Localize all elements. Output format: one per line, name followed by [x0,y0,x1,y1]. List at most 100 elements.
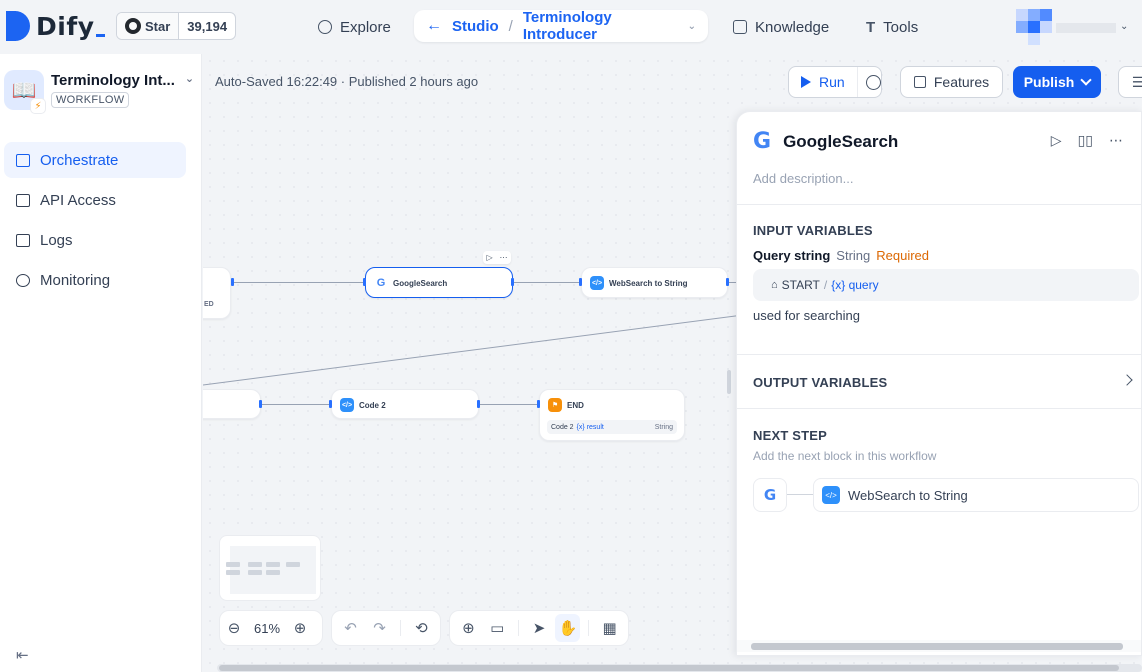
zoom-out-icon[interactable]: ⊖ [220,614,248,642]
minimap[interactable] [219,535,321,601]
run-history-icon[interactable] [865,74,881,90]
hand-icon[interactable]: ✋ [555,614,581,642]
run-node-icon[interactable]: ▷ [486,253,492,262]
node-google-search[interactable]: G GoogleSearch [365,267,513,298]
edge [261,404,331,405]
features-button[interactable]: Features [900,66,1003,98]
chevron-down-icon [1080,74,1092,86]
description-input[interactable]: Add description... [753,171,853,186]
app-sidebar: 📖 ⚡ Terminology Int... ⌄ WORKFLOW Orches… [0,54,202,672]
hammer-icon: T [866,18,876,36]
save-status: Auto-Saved 16:22:49 · Published 2 hours … [215,74,479,89]
panel-resize-handle[interactable] [727,370,731,394]
add-note-icon[interactable]: ▭ [485,614,510,642]
sidebar-item-orchestrate[interactable]: Orchestrate [4,142,186,178]
flag-icon: ⚑ [548,398,562,412]
chevron-down-icon[interactable]: ⌄ [185,72,194,89]
more-icon[interactable]: ⋯ [500,253,508,262]
canvas-horizontal-scrollbar[interactable] [217,664,1142,672]
app-type-badge: WORKFLOW [51,92,130,108]
node-toolbar[interactable]: ▷ ⋯ [483,251,511,264]
chevron-right-icon[interactable] [1121,374,1133,386]
pointer-icon[interactable]: ➤ [527,614,552,642]
variable-selector[interactable]: ⌂ START / {x} query [753,269,1139,301]
google-icon: G [374,276,388,290]
sidebar-menu: Orchestrate API Access Logs Monitoring [4,142,186,302]
current-app-name[interactable]: Terminology Introducer [523,9,678,43]
home-icon: ⌂ [771,279,778,291]
top-nav: Dify Star 39,194 Explore ← Studio / Term… [0,0,1142,54]
sidebar-item-api-access[interactable]: API Access [4,182,186,218]
collapse-sidebar-icon[interactable]: ⇤ [16,646,29,664]
dify-logo[interactable]: Dify [6,11,105,41]
zoom-control: ⊖ 61% ⊕ [219,610,323,646]
star-count: 39,194 [187,18,228,34]
nav-knowledge[interactable]: Knowledge [733,12,829,42]
next-block-websearch-to-string[interactable]: </> WebSearch to String [813,478,1139,512]
layout-icon [16,153,30,167]
history-control: ↶ ↷ ⟲ [331,610,441,646]
undo-icon[interactable]: ↶ [338,614,363,642]
github-star-button[interactable]: Star 39,194 [116,12,237,40]
add-node-icon[interactable]: ⊕ [456,614,481,642]
terminal-icon [16,193,30,207]
sidebar-item-monitoring[interactable]: Monitoring [4,262,186,298]
checklist-icon: ☰ [1131,73,1142,90]
version-history-icon[interactable]: ⟲ [409,614,434,642]
node-detail-panel: G GoogleSearch ▷ ▯▯ ⋯ Add description...… [736,111,1142,656]
code-icon: </> [822,486,840,504]
run-button[interactable]: Run [789,67,858,97]
chevron-down-icon[interactable]: ⌄ [1120,21,1128,32]
edge [233,282,365,283]
app-title[interactable]: Terminology Int... ⌄ [51,72,194,89]
panel-horizontal-scrollbar[interactable] [737,640,1141,652]
nav-studio[interactable]: ← Studio / Terminology Introducer ⌄ [414,9,708,43]
compass-icon [318,20,332,34]
file-list-icon [16,233,30,247]
run-step-icon[interactable]: ▷ [1051,132,1062,149]
nav-tools[interactable]: T Tools [866,12,918,42]
input-variable-row: Query string String Required [753,248,930,263]
more-icon[interactable]: ⋯ [1109,132,1123,149]
grid-icon [913,76,926,88]
dify-logo-icon [6,11,30,41]
panel-title: G GoogleSearch [753,129,899,154]
account-avatar[interactable]: ⌄ [1016,9,1128,49]
output-variables-toggle[interactable]: OUTPUT VARIABLES [753,375,887,390]
book-icon [733,20,747,34]
workflow-badge-icon: ⚡ [30,98,46,114]
canvas-tools: ⊕ ▭ ➤ ✋ ▦ [449,610,629,646]
sidebar-item-logs[interactable]: Logs [4,222,186,258]
arrow-left-icon: ← [426,17,442,34]
workflow-node-partial[interactable]: ED [203,267,231,319]
publish-button[interactable]: Publish [1013,66,1101,98]
edge [513,282,581,283]
input-variables-title: INPUT VARIABLES [753,223,873,238]
next-step-title: NEXT STEP [753,428,828,443]
google-icon: G [753,478,787,512]
edge-diagonal [203,314,743,386]
run-button-group: Run [788,66,882,98]
node-websearch-to-string[interactable]: </> WebSearch to String [581,267,728,298]
code-icon: </> [590,276,604,290]
play-icon [801,76,811,88]
workflow-node-partial[interactable] [203,389,261,419]
organize-blocks-icon[interactable]: ▦ [597,614,622,642]
zoom-in-icon[interactable]: ⊕ [286,614,314,642]
code-icon: </> [340,398,354,412]
gauge-icon [16,273,30,287]
next-step-subtitle: Add the next block in this workflow [753,449,937,463]
zoom-level[interactable]: 61% [248,621,286,636]
node-end[interactable]: ⚑ END Code 2 {x} result String [539,389,685,441]
google-icon: G [753,129,772,154]
redo-icon[interactable]: ↷ [367,614,392,642]
edge [479,404,539,405]
checklist-button[interactable]: ☰ [1118,66,1142,98]
nav-explore[interactable]: Explore [318,12,391,42]
github-icon [125,18,141,34]
end-output-var: Code 2 {x} result String [547,420,677,434]
help-book-icon[interactable]: ▯▯ [1078,132,1093,149]
node-code-2[interactable]: </> Code 2 [331,389,479,419]
variable-description: used for searching [753,308,860,323]
chevron-down-icon[interactable]: ⌄ [688,21,696,32]
